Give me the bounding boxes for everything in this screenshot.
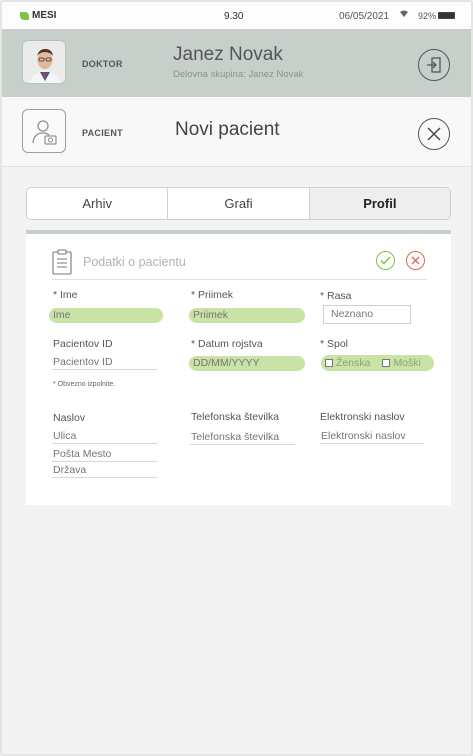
- status-date: 06/05/2021: [339, 11, 390, 22]
- clipboard-icon: [52, 249, 72, 280]
- patient-id-input[interactable]: [52, 355, 157, 370]
- first-name-input[interactable]: [49, 308, 163, 323]
- doctor-avatar: [22, 40, 66, 84]
- form-title-divider: [52, 279, 427, 280]
- sex-options: Ženska Moški: [321, 355, 434, 371]
- confirm-button[interactable]: [376, 251, 395, 270]
- phone-input[interactable]: [190, 430, 295, 445]
- sex-female-checkbox[interactable]: [325, 359, 333, 367]
- carrier-label: MESI: [32, 10, 57, 21]
- sex-male-checkbox[interactable]: [382, 359, 391, 367]
- email-input[interactable]: [320, 429, 424, 444]
- phone-label: Telefonska številka: [191, 411, 280, 423]
- wifi-icon: [399, 10, 409, 20]
- battery-icon: [438, 12, 455, 19]
- patient-id-label: Pacientov ID: [53, 338, 113, 350]
- last-name-label: * Priimek: [191, 289, 234, 301]
- cancel-x-icon: [411, 256, 420, 265]
- last-name-input[interactable]: [189, 308, 305, 323]
- logout-button[interactable]: [418, 49, 450, 81]
- close-icon: [427, 127, 441, 141]
- app-frame: MESI 9.30 06/05/2021 92% DOKTOR Janez No…: [0, 0, 473, 756]
- birth-date-label: * Datum rojstva: [191, 338, 263, 350]
- leaf-icon: [20, 11, 29, 20]
- status-time: 9.30: [224, 11, 244, 22]
- form-title: Podatki o pacientu: [83, 255, 186, 269]
- sex-female-label[interactable]: Ženska: [336, 357, 370, 369]
- check-icon: [380, 256, 391, 265]
- battery-percent: 92%: [418, 11, 437, 21]
- carrier: MESI: [20, 10, 56, 21]
- first-name-label: * Ime: [53, 289, 78, 301]
- cancel-button[interactable]: [406, 251, 425, 270]
- tab-bar: Arhiv Grafi Profil: [26, 187, 451, 220]
- required-note: * Obvezno izpolnite.: [53, 381, 116, 388]
- sex-label: * Spol: [320, 338, 349, 350]
- status-bar: MESI 9.30 06/05/2021 92%: [2, 2, 471, 29]
- close-button[interactable]: [418, 118, 450, 150]
- patient-camera-icon: [32, 120, 57, 145]
- logout-icon: [427, 57, 441, 73]
- tab-arhiv[interactable]: Arhiv: [27, 188, 169, 219]
- race-label: * Rasa: [320, 290, 352, 302]
- sex-male-label[interactable]: Moški: [393, 357, 420, 369]
- post-city-input[interactable]: [52, 447, 157, 462]
- tab-profil[interactable]: Profil: [309, 188, 450, 219]
- street-input[interactable]: [52, 429, 157, 444]
- doctor-work-group: Delovna skupina: Janez Novak: [173, 69, 304, 80]
- country-input[interactable]: [52, 463, 157, 478]
- patient-title: Novi pacient: [175, 119, 280, 140]
- birth-date-input[interactable]: [189, 356, 305, 371]
- tab-grafi[interactable]: Grafi: [168, 188, 310, 219]
- patient-photo-button[interactable]: [22, 109, 66, 153]
- address-label: Naslov: [53, 412, 86, 424]
- email-label: Elektronski naslov: [320, 411, 405, 423]
- race-select[interactable]: Neznano: [323, 305, 411, 324]
- patient-role-label: PACIENT: [82, 128, 123, 138]
- doctor-name: Janez Novak: [173, 44, 283, 65]
- doctor-role-label: DOKTOR: [82, 59, 123, 69]
